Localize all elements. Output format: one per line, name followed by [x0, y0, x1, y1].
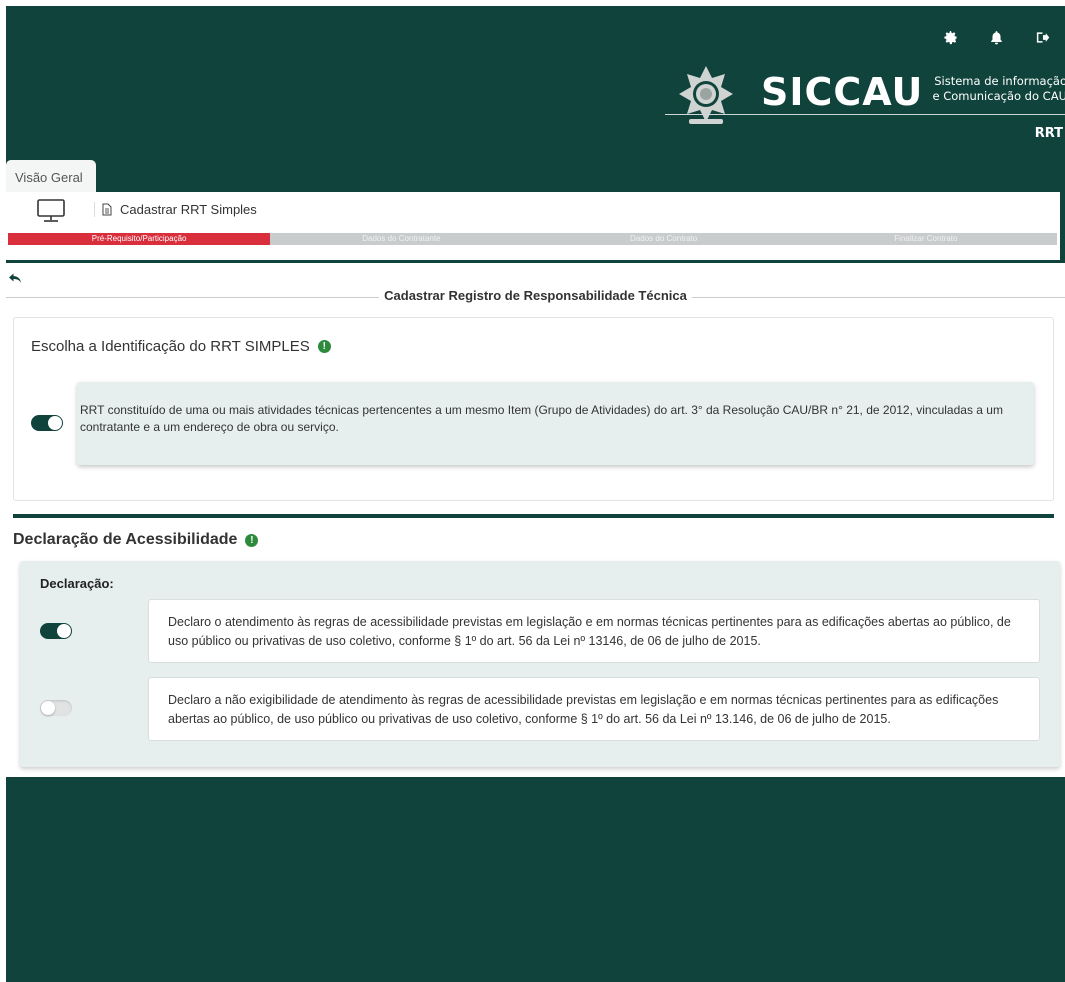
- tab-visao-geral[interactable]: Visão Geral: [6, 160, 96, 193]
- toggle-knob: [41, 701, 55, 715]
- logout-icon[interactable]: [1019, 26, 1065, 48]
- header-icons: [927, 26, 1065, 48]
- acessibilidade-title: Declaração de Acessibilidade !: [13, 531, 259, 549]
- brand-name: SICCAU: [761, 70, 924, 114]
- declaracao-label: Declaração:: [40, 576, 114, 591]
- panel-title-text: Cadastrar RRT Simples: [120, 202, 257, 217]
- bell-icon[interactable]: [973, 26, 1019, 48]
- declaracao-nao-exigibilidade-option[interactable]: Declaro a não exigibilidade de atendimen…: [148, 677, 1040, 741]
- identificacao-title: Escolha a Identificação do RRT SIMPLES !: [31, 338, 331, 355]
- coat-of-arms-icon: [679, 66, 733, 124]
- info-icon[interactable]: !: [317, 340, 331, 353]
- declaracao-atendimento-option[interactable]: Declaro o atendimento às regras de acess…: [148, 599, 1040, 663]
- step-finalizar-contrato[interactable]: Finalizar Contrato: [794, 233, 1057, 245]
- document-icon: [102, 203, 112, 216]
- step-dados-contratante[interactable]: Dados do Contratante: [270, 233, 533, 245]
- back-arrow-icon[interactable]: [8, 271, 22, 285]
- section-title-text: Cadastrar Registro de Responsabilidade T…: [379, 288, 692, 303]
- brand-subtitle: Sistema de informação e Comunicação do C…: [927, 74, 1065, 104]
- brand-logo: SICCAU Sistema de informação e Comunicaç…: [665, 64, 1065, 141]
- declaracao-nao-exigibilidade-toggle[interactable]: [40, 700, 72, 716]
- monitor-icon: [37, 199, 65, 222]
- step-pre-requisito[interactable]: Pré-Requisito/Participação: [8, 233, 271, 245]
- brand-subtitle-line1: Sistema de informação: [934, 74, 1065, 88]
- panel-title: Cadastrar RRT Simples: [94, 202, 257, 217]
- toggle-knob: [57, 624, 71, 638]
- gear-icon[interactable]: [927, 26, 973, 48]
- toggle-knob: [48, 416, 62, 430]
- info-icon[interactable]: !: [245, 533, 259, 547]
- section-divider: [13, 514, 1054, 518]
- main-content: Cadastrar Registro de Responsabilidade T…: [6, 263, 1065, 777]
- declaracao-atendimento-toggle[interactable]: [40, 623, 72, 639]
- identificacao-option[interactable]: RRT constituído de uma ou mais atividade…: [77, 382, 1034, 465]
- module-label: RRT: [1034, 126, 1063, 141]
- identificacao-toggle[interactable]: [31, 415, 63, 431]
- identificacao-card: Escolha a Identificação do RRT SIMPLES !…: [13, 317, 1054, 501]
- section-title: Cadastrar Registro de Responsabilidade T…: [6, 288, 1065, 308]
- rrt-panel: Cadastrar RRT Simples Pré-Requisito/Part…: [6, 192, 1060, 260]
- identificacao-title-text: Escolha a Identificação do RRT SIMPLES: [31, 338, 310, 355]
- app-frame: SICCAU Sistema de informação e Comunicaç…: [6, 6, 1065, 982]
- step-dados-contrato[interactable]: Dados do Contrato: [532, 233, 795, 245]
- progress-steps: Pré-Requisito/Participação Dados do Cont…: [8, 233, 1057, 245]
- acessibilidade-title-text: Declaração de Acessibilidade: [13, 531, 238, 548]
- brand-subtitle-line2: e Comunicação do CAU: [932, 89, 1065, 103]
- acessibilidade-box: Declaração: Declaro o atendimento às reg…: [20, 561, 1060, 767]
